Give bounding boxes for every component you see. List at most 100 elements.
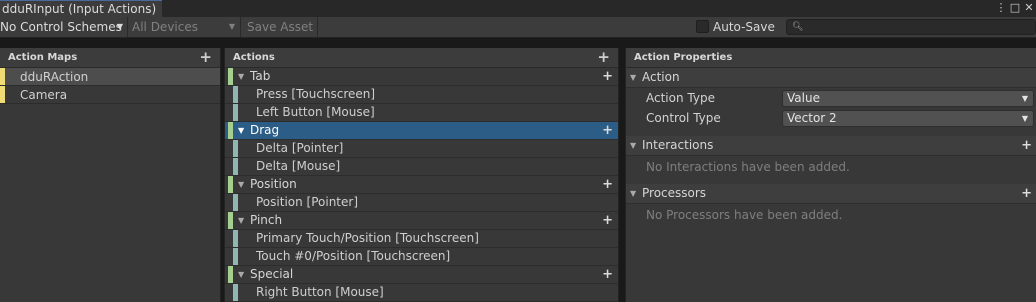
- action-color-bar: [228, 176, 233, 193]
- control-type-row: Control Type Vector 2 ▼: [626, 108, 1036, 128]
- binding-row[interactable]: Delta [Pointer]: [225, 140, 618, 158]
- expand-triangle-icon[interactable]: ▼: [630, 184, 636, 203]
- binding-row[interactable]: Delta [Mouse]: [225, 158, 618, 176]
- binding-color-bar: [233, 86, 238, 103]
- processors-section-title: Processors: [642, 186, 707, 200]
- action-label: Drag: [250, 123, 280, 137]
- expand-triangle-icon[interactable]: ▼: [238, 176, 244, 193]
- search-input[interactable]: 🔍︎: [786, 19, 1036, 35]
- add-interaction-icon[interactable]: +: [1021, 136, 1032, 155]
- devices-dropdown[interactable]: All Devices ▼: [127, 17, 239, 37]
- action-row-drag[interactable]: ▼ Drag +: [225, 122, 618, 140]
- action-properties-panel: Action Properties ▼ Action Action Type V…: [625, 48, 1036, 302]
- chevron-down-icon: ▼: [116, 22, 123, 31]
- binding-row[interactable]: Left Button [Mouse]: [225, 104, 618, 122]
- control-schemes-dropdown[interactable]: No Control Schemes ▼: [0, 17, 127, 37]
- action-row-position[interactable]: ▼ Position +: [225, 176, 618, 194]
- action-maps-panel: Action Maps + dduRAction Camera: [0, 48, 221, 302]
- binding-color-bar: [233, 284, 238, 301]
- expand-triangle-icon[interactable]: ▼: [630, 136, 636, 155]
- binding-row[interactable]: Primary Touch/Position [Touchscreen]: [225, 230, 618, 248]
- binding-row[interactable]: Right Button [Mouse]: [225, 284, 618, 302]
- add-binding-icon[interactable]: +: [602, 212, 613, 229]
- interactions-empty-message: No Interactions have been added.: [646, 160, 850, 174]
- action-label: Pinch: [250, 213, 283, 227]
- chevron-down-icon: ▼: [1021, 94, 1028, 103]
- action-type-dropdown[interactable]: Value ▼: [782, 90, 1034, 107]
- binding-row[interactable]: Press [Touchscreen]: [225, 86, 618, 104]
- add-action-icon[interactable]: +: [597, 48, 610, 66]
- binding-color-bar: [233, 248, 238, 265]
- action-map-color-bar: [0, 68, 5, 85]
- expand-triangle-icon[interactable]: ▼: [238, 266, 244, 283]
- action-map-color-bar: [0, 86, 5, 103]
- binding-label: Delta [Mouse]: [256, 159, 341, 173]
- action-type-label: Action Type: [646, 91, 715, 105]
- auto-save-checkbox[interactable]: [696, 20, 709, 33]
- action-map-item[interactable]: dduRAction: [0, 68, 220, 86]
- actions-header: Actions +: [225, 48, 618, 68]
- save-asset-button[interactable]: Save Asset: [240, 17, 318, 37]
- action-map-label: dduRAction: [20, 70, 89, 84]
- interactions-section-header[interactable]: ▼ Interactions +: [626, 136, 1036, 156]
- action-properties-title: Action Properties: [634, 52, 733, 63]
- expand-triangle-icon[interactable]: ▼: [630, 68, 636, 87]
- add-processor-icon[interactable]: +: [1021, 184, 1032, 203]
- control-type-value: Vector 2: [787, 111, 837, 125]
- action-label: Special: [250, 267, 294, 281]
- close-icon[interactable]: ✕: [1022, 0, 1036, 17]
- binding-label: Right Button [Mouse]: [256, 285, 384, 299]
- action-section-title: Action: [642, 70, 680, 84]
- chevron-down-icon: ▼: [1021, 114, 1028, 123]
- add-binding-icon[interactable]: +: [602, 122, 613, 139]
- add-action-map-icon[interactable]: +: [199, 48, 212, 66]
- window-tab[interactable]: dduRInput (Input Actions): [0, 0, 163, 17]
- action-map-item[interactable]: Camera: [0, 86, 220, 104]
- devices-label: All Devices: [132, 20, 198, 34]
- binding-color-bar: [233, 158, 238, 175]
- interactions-section-title: Interactions: [642, 138, 714, 152]
- title-bar: dduRInput (Input Actions) ⋮ □ ✕: [0, 0, 1036, 17]
- action-maps-header: Action Maps +: [0, 48, 220, 68]
- action-row-special[interactable]: ▼ Special +: [225, 266, 618, 284]
- binding-color-bar: [233, 104, 238, 121]
- binding-color-bar: [233, 194, 238, 211]
- binding-color-bar: [233, 230, 238, 247]
- binding-color-bar: [233, 140, 238, 157]
- action-type-value: Value: [787, 91, 820, 105]
- action-label: Tab: [250, 69, 271, 83]
- add-binding-icon[interactable]: +: [602, 266, 613, 283]
- binding-label: Touch #0/Position [Touchscreen]: [256, 249, 451, 263]
- processors-empty-message: No Processors have been added.: [646, 208, 843, 222]
- binding-row[interactable]: Touch #0/Position [Touchscreen]: [225, 248, 618, 266]
- search-icon: 🔍︎: [792, 22, 804, 32]
- menu-dots-icon[interactable]: ⋮: [994, 0, 1008, 17]
- control-schemes-label: No Control Schemes: [0, 20, 122, 34]
- action-section-header[interactable]: ▼ Action: [626, 68, 1036, 88]
- maximize-icon[interactable]: □: [1008, 0, 1022, 17]
- expand-triangle-icon[interactable]: ▼: [238, 68, 244, 85]
- panel-spacer: [0, 38, 1036, 48]
- toolbar: No Control Schemes ▼ All Devices ▼ Save …: [0, 17, 1036, 38]
- title-bar-icons: ⋮ □ ✕: [994, 0, 1036, 17]
- action-maps-title: Action Maps: [8, 52, 78, 63]
- action-color-bar: [228, 68, 233, 85]
- action-color-bar: [228, 212, 233, 229]
- expand-triangle-icon[interactable]: ▼: [238, 212, 244, 229]
- action-properties-header: Action Properties: [626, 48, 1036, 68]
- action-color-bar: [228, 122, 233, 139]
- add-binding-icon[interactable]: +: [602, 68, 613, 85]
- action-map-label: Camera: [20, 88, 68, 102]
- auto-save-label: Auto-Save: [713, 20, 775, 34]
- processors-section-header[interactable]: ▼ Processors +: [626, 184, 1036, 204]
- action-row-pinch[interactable]: ▼ Pinch +: [225, 212, 618, 230]
- auto-save-toggle[interactable]: Auto-Save: [696, 17, 780, 37]
- control-type-label: Control Type: [646, 111, 721, 125]
- expand-triangle-icon[interactable]: ▼: [238, 122, 244, 139]
- add-binding-icon[interactable]: +: [602, 176, 613, 193]
- control-type-dropdown[interactable]: Vector 2 ▼: [782, 110, 1034, 127]
- binding-row[interactable]: Position [Pointer]: [225, 194, 618, 212]
- action-row-tab[interactable]: ▼ Tab +: [225, 68, 618, 86]
- action-label: Position: [250, 177, 297, 191]
- binding-label: Left Button [Mouse]: [256, 105, 375, 119]
